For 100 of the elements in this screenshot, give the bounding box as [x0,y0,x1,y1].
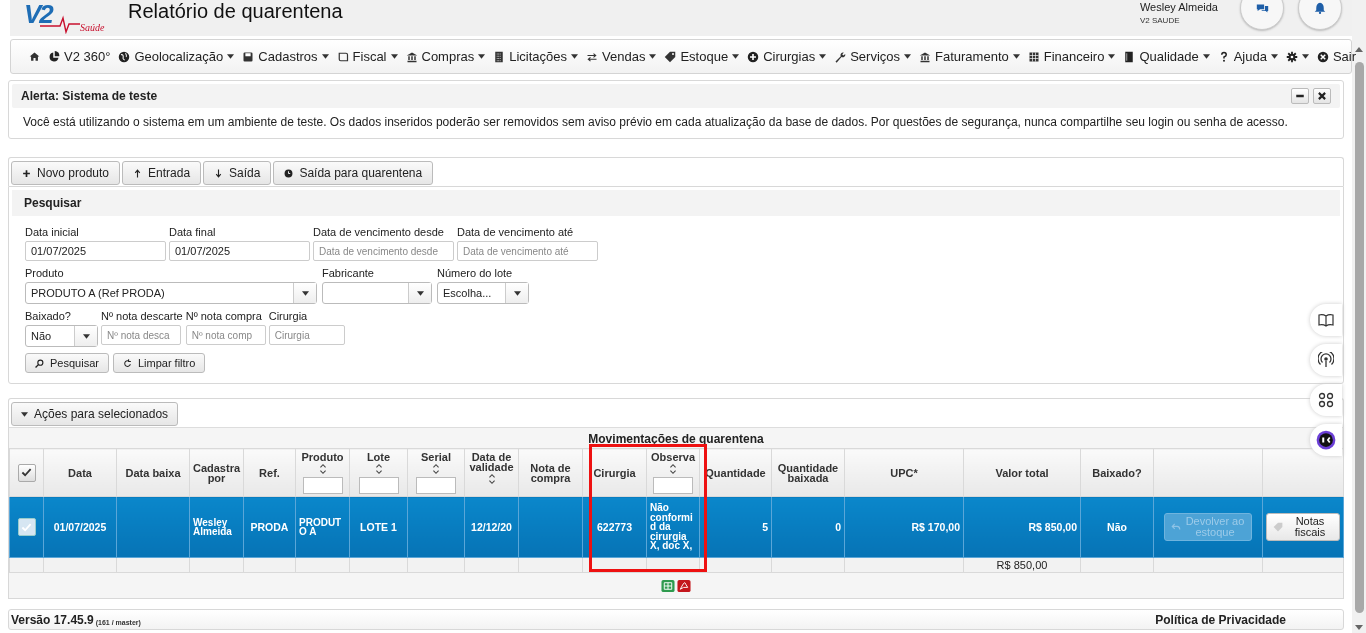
column-header[interactable]: Produto [298,452,347,462]
company-name: V2 SAUDE [1139,16,1180,25]
caret-icon [416,290,424,296]
clear-filter-button[interactable]: Limpar filtro [112,353,206,373]
caret-icon [390,54,398,59]
field-label: Fabricante [322,267,375,279]
table-cell: 5 [699,496,772,558]
refresh-icon [122,358,132,368]
alert-title: Alerta: Sistema de teste [21,89,159,103]
sort-arrows-icon [668,463,678,475]
close-icon [1317,91,1327,101]
toolbar-button[interactable]: Entrada [122,161,202,185]
pdf-icon[interactable] [677,579,691,593]
select-field[interactable]: PRODUTO A (Ref PRODA) [25,282,317,304]
menu-item[interactable]: Cadastros [239,49,332,64]
panel-title: Pesquisar [12,190,1340,216]
side-dock-button[interactable] [1310,304,1342,336]
caret-icon [904,54,911,59]
side-dock-button[interactable] [1310,424,1342,456]
search-icon [35,358,44,368]
user-name: Wesley Almeida [1139,1,1218,13]
menu-item[interactable]: Cirurgias [744,49,830,64]
menu-item[interactable]: Sair [1313,49,1360,64]
field-label: Data de vencimento até [457,226,575,238]
bell-icon [1314,2,1326,14]
caret-icon [649,54,657,59]
input-field[interactable]: Cirurgia [268,325,345,345]
caret-icon [321,54,329,59]
check-icon [21,467,32,478]
bank-icon [919,50,931,63]
home-icon [29,51,40,62]
menu-item[interactable]: V2 360° [45,49,114,64]
search-button[interactable]: Pesquisar [25,353,109,373]
invoices-button[interactable]: Notas fiscais [1266,513,1340,541]
field-label: Data de vencimento desde [313,226,445,238]
table-cell: Wesley Almeida [189,496,244,558]
spreadsheet-icon[interactable] [661,579,675,593]
table-cell: R$ 170,00 [844,496,964,558]
pie-chart-icon [48,50,60,63]
menu-item[interactable]: Financeiro [1024,49,1119,64]
input-field[interactable]: Nº nota comp [185,325,266,345]
caret-icon [1012,54,1020,59]
column-filter-field[interactable] [358,477,399,494]
row-checkbox[interactable] [17,518,36,536]
column-filter-field[interactable] [302,477,343,494]
menu-item[interactable]: Licitações [490,49,582,64]
menu-item[interactable]: Ajuda [1214,49,1281,64]
field-label: Data final [169,226,217,238]
column-header[interactable]: Ref. [246,467,293,478]
plus-icon [22,168,31,178]
robot-face-icon [1316,430,1336,450]
menu-item[interactable]: Faturamento [916,49,1023,64]
menu-item[interactable]: Serviços [831,49,914,64]
select-field[interactable]: Não [25,325,98,347]
input-field[interactable]: Data de vencimento até [457,241,598,261]
minimize-button[interactable] [1291,88,1309,104]
menu-item[interactable]: Estoque [661,49,743,64]
menu-item[interactable]: Compras [402,49,489,64]
caret-icon [1108,54,1116,59]
table-cell: 0 [771,496,845,558]
book-icon [1123,50,1136,63]
column-filter-field[interactable] [653,477,693,494]
privacy-policy-link[interactable]: Política de Privacidade [1155,612,1286,627]
caret-icon [819,54,827,59]
side-dock-button[interactable] [1310,344,1342,376]
select-field[interactable]: Escolha... [437,282,529,304]
field-label: Cirurgia [268,310,309,322]
input-field[interactable]: 01/07/2025 [169,241,310,261]
tag-icon [664,50,677,63]
table-icon [1027,50,1040,63]
alert-message: Você está utilizando o sistema em um ambiente de teste. Os dados inseridos poderão ser removidos sem aviso prévio em cada atualização da base de dados. Por questões de segurança, nunca compartilhe seu login ou senha de acesso. [22,114,1289,131]
grid-icon [1318,392,1334,408]
broadcast-icon [1318,352,1334,368]
caret-icon [571,54,579,59]
caret-icon [513,290,521,296]
close-button[interactable] [1313,88,1331,104]
select-all-checkbox[interactable] [17,463,36,482]
table-cell: 622773 [582,496,647,558]
bulk-actions-button[interactable]: Ações para selecionados [11,402,179,426]
sort-arrows-icon [486,473,497,485]
input-field[interactable]: Nº nota desca [101,325,181,345]
menu-item[interactable]: Fiscal [333,49,401,64]
caret-icon [1270,54,1278,59]
select-field[interactable] [322,282,432,304]
toolbar-button[interactable]: Saída [203,161,272,185]
column-header[interactable]: Serial [410,452,462,462]
side-dock-button[interactable] [1310,384,1342,416]
toolbar-button[interactable]: Novo produto [11,161,121,185]
menu-item[interactable]: Qualidade [1120,49,1213,64]
page-title: Relatório de quarentena [128,0,343,22]
column-header[interactable]: Observa [649,452,697,462]
column-header[interactable]: Lote [352,452,405,462]
menu-item[interactable]: Vendas [583,49,660,64]
caret-icon [82,333,90,339]
table-cell: PRODA [243,496,296,558]
toolbar-button[interactable]: Saída para quarentena [273,161,434,185]
menu-item[interactable]: Geolocalização [115,49,238,64]
column-filter-field[interactable] [416,477,456,494]
input-field[interactable]: 01/07/2025 [25,241,166,261]
input-field[interactable]: Data de vencimento desde [313,241,454,261]
